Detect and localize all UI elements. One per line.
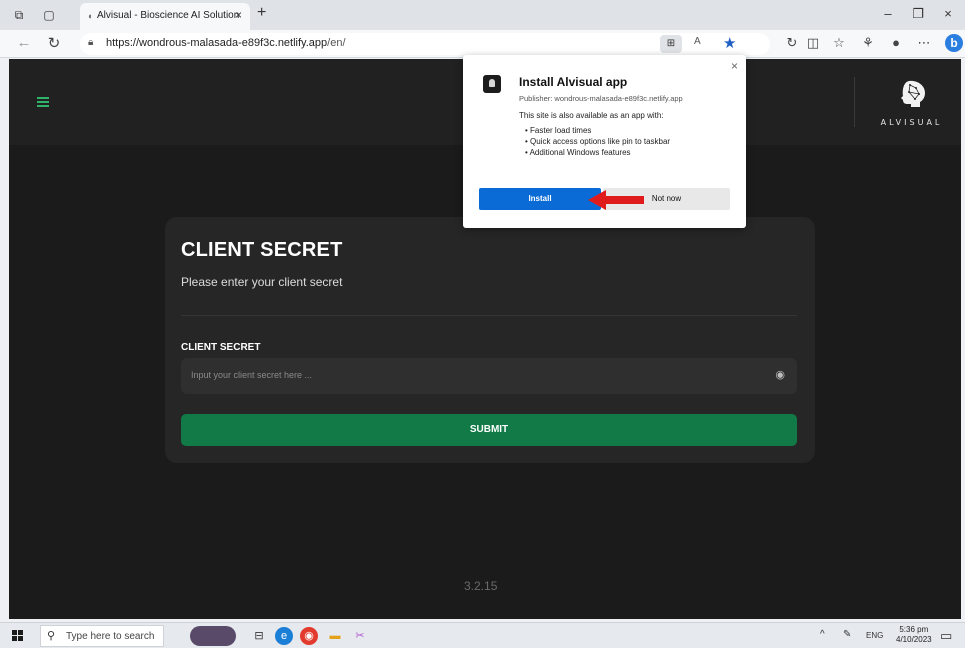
- popup-available-text: This site is also available as an app wi…: [519, 111, 664, 120]
- address-bar[interactable]: 🔒︎ https://wondrous-malasada-e89f3c.netl…: [80, 33, 770, 55]
- popup-feature-item: Faster load times: [525, 125, 670, 136]
- close-window-button[interactable]: ×: [938, 6, 958, 21]
- client-secret-card: CLIENT SECRET Please enter your client s…: [165, 217, 815, 463]
- client-secret-input[interactable]: Input your client secret here ... ◉: [181, 358, 797, 394]
- app-version: 3.2.15: [464, 579, 498, 593]
- restore-button[interactable]: ❐: [908, 6, 928, 22]
- pen-icon[interactable]: ✎: [843, 629, 851, 640]
- windows-start-icon[interactable]: [12, 630, 24, 642]
- language-indicator[interactable]: ENG: [866, 631, 883, 640]
- client-secret-placeholder: Input your client secret here ...: [191, 370, 313, 380]
- red-arrow-annotation-icon: [588, 190, 644, 210]
- tab-favicon-icon: ◖: [87, 11, 93, 21]
- minimize-button[interactable]: –: [878, 6, 898, 21]
- logo-divider: [854, 77, 855, 127]
- more-menu-icon[interactable]: ⋯: [914, 35, 934, 51]
- tab-alvisual[interactable]: ◖ Alvisual - Bioscience AI Solution ×: [80, 3, 250, 30]
- taskbar-search-placeholder: Type here to search: [66, 631, 155, 642]
- brand-wordmark: ALVISUAL: [880, 118, 943, 127]
- popup-feature-item: Quick access options like pin to taskbar: [525, 136, 670, 147]
- popup-title: Install Alvisual app: [519, 75, 628, 89]
- install-button[interactable]: Install: [479, 188, 601, 210]
- taskbar-search-box[interactable]: ⚲ Type here to search: [40, 625, 164, 647]
- tab-close-icon[interactable]: ×: [235, 8, 242, 22]
- tab-title: Alvisual - Bioscience AI Solution: [97, 10, 240, 21]
- favorite-star-icon[interactable]: ★: [723, 34, 736, 52]
- collections-icon[interactable]: ⚘: [858, 35, 878, 51]
- refresh-page-icon[interactable]: ↻: [782, 35, 802, 51]
- app-icon: [483, 75, 501, 93]
- popup-publisher: Publisher: wondrous-malasada-e89f3c.netl…: [519, 94, 683, 103]
- split-screen-icon[interactable]: ◫: [803, 35, 823, 51]
- read-aloud-icon[interactable]: A: [694, 36, 701, 47]
- snipping-tool-icon[interactable]: ✂: [351, 627, 369, 645]
- windows-taskbar: ⚲ Type here to search ⊟ e ◉ ▬ ✂ ^ ✎ ENG …: [0, 622, 965, 648]
- widgets-icon[interactable]: [190, 626, 236, 646]
- popup-feature-item: Additional Windows features: [525, 147, 670, 158]
- popup-feature-list: Faster load times Quick access options l…: [525, 125, 671, 158]
- edge-icon[interactable]: e: [275, 627, 293, 645]
- taskbar-clock[interactable]: 5:36 pm 4/10/2023: [896, 625, 932, 645]
- chrome-icon[interactable]: ◉: [300, 627, 318, 645]
- card-title: CLIENT SECRET: [181, 239, 343, 261]
- hamburger-menu-icon[interactable]: [37, 97, 49, 107]
- url-text[interactable]: https://wondrous-malasada-e89f3c.netlify…: [106, 37, 346, 49]
- clock-date: 4/10/2023: [896, 635, 932, 644]
- task-view-icon[interactable]: ⊟: [250, 627, 268, 645]
- show-hidden-icons-icon[interactable]: ^: [820, 629, 825, 640]
- workspaces-icon[interactable]: ⧉: [10, 6, 28, 24]
- file-explorer-icon[interactable]: ▬: [326, 627, 344, 645]
- refresh-icon[interactable]: ↻: [44, 34, 64, 52]
- show-secret-eye-icon[interactable]: ◉: [775, 368, 785, 381]
- browser-tab-strip: ⧉ ▢ ◖ Alvisual - Bioscience AI Solution …: [0, 0, 965, 30]
- favorites-icon[interactable]: ☆: [829, 35, 849, 51]
- tab-actions-icon[interactable]: ▢: [40, 6, 58, 24]
- new-tab-button[interactable]: +: [257, 4, 266, 22]
- bing-copilot-icon[interactable]: b: [945, 34, 963, 52]
- submit-button[interactable]: SUBMIT: [181, 414, 797, 446]
- popup-close-icon[interactable]: ×: [731, 59, 738, 73]
- card-divider: [181, 315, 797, 316]
- screen: ⧉ ▢ ◖ Alvisual - Bioscience AI Solution …: [0, 0, 965, 648]
- lock-icon[interactable]: 🔒︎: [88, 37, 93, 48]
- card-subtitle: Please enter your client secret: [181, 275, 343, 289]
- clock-time: 5:36 pm: [899, 625, 929, 634]
- search-icon: ⚲: [47, 630, 56, 642]
- client-secret-label: CLIENT SECRET: [181, 342, 261, 353]
- profile-icon[interactable]: ●: [886, 35, 906, 50]
- back-icon[interactable]: ←: [14, 34, 34, 51]
- app-available-icon[interactable]: ⊞: [660, 35, 682, 53]
- notifications-icon[interactable]: ▭: [940, 628, 952, 644]
- alvisual-logo-icon: [901, 80, 925, 107]
